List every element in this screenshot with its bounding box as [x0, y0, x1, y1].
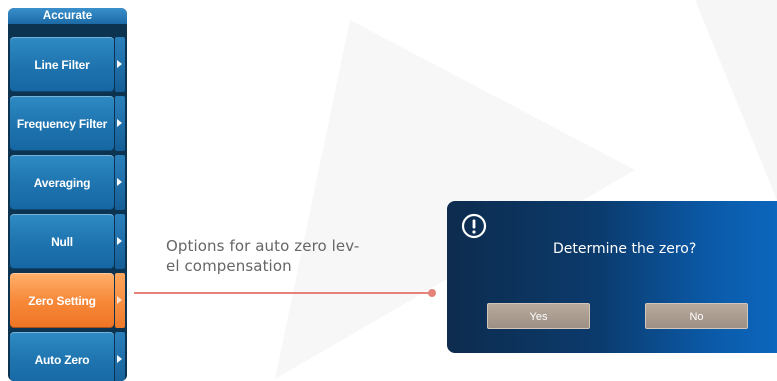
no-button[interactable]: No — [645, 303, 748, 329]
menu-item-label: Null — [10, 214, 114, 269]
menu-item-null[interactable]: Null — [8, 214, 127, 269]
exclamation-circle-icon — [461, 213, 487, 239]
menu-item-label: Averaging — [10, 155, 114, 210]
callout-leader-dot — [428, 289, 436, 297]
submenu-arrow-icon — [115, 96, 125, 151]
menu-item-frequency-filter[interactable]: Frequency Filter — [8, 96, 127, 151]
menu-item-label: Zero Setting — [10, 273, 114, 328]
menu-item-zero-setting[interactable]: Zero Setting — [8, 273, 127, 328]
menu-header: Accurate — [8, 8, 127, 24]
confirm-dialog: Determine the zero? Yes No — [447, 201, 777, 353]
menu-item-label: Line Filter — [10, 37, 114, 92]
menu-item-line-filter[interactable]: Line Filter — [8, 37, 127, 92]
softkey-menu: Accurate Line Filter Frequency Filter Av… — [8, 8, 127, 381]
submenu-arrow-icon — [115, 214, 125, 269]
submenu-arrow-icon — [115, 37, 125, 92]
callout-annotation: Options for auto zero lev- el compensati… — [166, 236, 426, 276]
dialog-message: Determine the zero? — [553, 241, 697, 257]
submenu-arrow-icon — [115, 155, 125, 210]
callout-line-2: el compensation — [166, 257, 292, 275]
menu-item-auto-zero[interactable]: Auto Zero — [8, 332, 127, 381]
menu-item-label: Frequency Filter — [10, 96, 114, 151]
menu-item-averaging[interactable]: Averaging — [8, 155, 127, 210]
callout-line-1: Options for auto zero lev- — [166, 237, 360, 255]
menu-item-label: Auto Zero — [10, 332, 114, 381]
yes-button[interactable]: Yes — [487, 303, 590, 329]
submenu-arrow-icon — [115, 273, 125, 328]
callout-leader-line — [134, 292, 432, 294]
submenu-arrow-icon — [115, 332, 125, 381]
